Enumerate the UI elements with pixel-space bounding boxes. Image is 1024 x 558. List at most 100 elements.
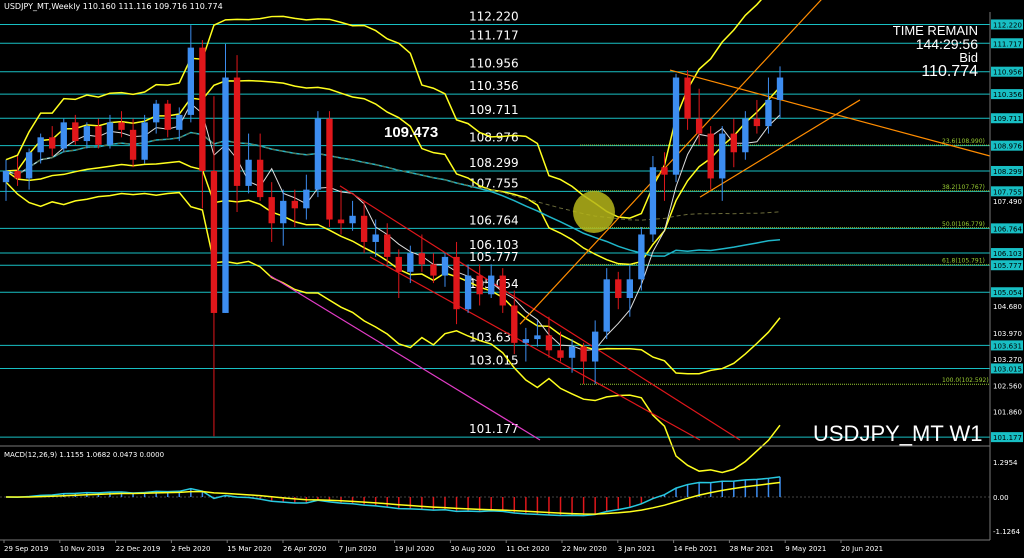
- level-label: 101.177: [469, 422, 519, 436]
- candle-body: [615, 279, 622, 298]
- candle-body: [719, 133, 726, 179]
- level-price-tag-text: 105.777: [993, 262, 1022, 270]
- candle-body: [187, 47, 195, 115]
- candle-body: [522, 339, 530, 343]
- date-label: 9 May 2021: [785, 545, 826, 553]
- level-price-tag-text: 110.356: [993, 91, 1022, 99]
- level-label: 103.015: [469, 353, 519, 367]
- candle-body: [776, 77, 784, 100]
- level-label: 105.777: [469, 250, 519, 264]
- level-price-tag-text: 106.764: [993, 225, 1022, 233]
- date-label: 29 Sep 2019: [4, 545, 48, 553]
- candle-body: [210, 170, 218, 313]
- level-price-tag-text: 103.631: [993, 342, 1022, 350]
- candle-body: [476, 275, 483, 295]
- bollinger-outer-lower: [5, 181, 781, 474]
- candle-body: [280, 200, 287, 224]
- macd-axis-zero: 0.00: [993, 494, 1009, 502]
- candle-body: [453, 256, 460, 310]
- date-label: 22 Nov 2020: [562, 545, 607, 553]
- candle-body: [488, 275, 495, 295]
- candle-body: [2, 170, 10, 183]
- candle-body: [464, 275, 472, 310]
- candle-body: [222, 77, 229, 313]
- candle-body: [661, 167, 668, 175]
- chart-window[interactable]: 112.220 112.220 111.717 111.717 110.956 110.9…: [0, 0, 1024, 554]
- macd-label: MACD(12,26,9) 1.1155 1.0682 0.0473 0.000…: [4, 451, 165, 459]
- candle-body: [314, 118, 322, 190]
- candle-body: [199, 47, 206, 171]
- level-price-tag-text: 103.015: [993, 365, 1022, 373]
- candle-body: [372, 234, 379, 242]
- date-label: 7 Jun 2020: [339, 545, 377, 553]
- bollinger-outer-upper: [5, 0, 762, 219]
- date-label: 2 Feb 2020: [171, 545, 210, 553]
- level-price-tag-text: 111.717: [993, 40, 1022, 48]
- symbol-label: USDJPY_MT W1: [813, 421, 983, 446]
- candle-body: [37, 137, 44, 153]
- axis-price-label: 103.270: [993, 356, 1022, 364]
- candle-body: [603, 279, 610, 332]
- candle-body: [245, 159, 252, 186]
- level-price-tag-text: 107.755: [993, 188, 1022, 196]
- candle-body: [568, 346, 576, 358]
- level-label: 106.764: [469, 213, 519, 227]
- level-label: 109.711: [469, 103, 519, 117]
- candle-body: [684, 77, 691, 119]
- candle-body: [545, 335, 553, 351]
- fibo-label: 100.0(102.592): [942, 377, 989, 384]
- timer-panel: TIME REMAIN 144:29:56 Bid 110.774: [893, 24, 978, 80]
- candle-body: [418, 253, 426, 265]
- channel-line-orange-3: [669, 69, 991, 157]
- macd-axis-bottom: -1.1264: [993, 528, 1021, 536]
- level-label: 112.220: [469, 9, 519, 23]
- date-label: 28 Mar 2021: [729, 545, 773, 553]
- candle-body: [95, 126, 102, 145]
- candle-body: [268, 197, 275, 224]
- date-label: 3 Jan 2021: [618, 545, 656, 553]
- candle-body: [72, 122, 79, 142]
- candle-body: [672, 77, 680, 175]
- date-label: 10 Nov 2019: [60, 545, 105, 553]
- channel-line-red-upper: [339, 185, 741, 441]
- candle-body: [765, 99, 772, 127]
- timer-value: 144:29:56: [915, 36, 978, 52]
- macd-signal-line: [5, 481, 781, 515]
- candle-body: [638, 234, 645, 280]
- candle-body: [164, 103, 171, 130]
- channel-line-red-lower: [369, 256, 701, 441]
- candle-body: [534, 335, 541, 340]
- candle-body: [83, 126, 91, 142]
- level-price-tag-text: 108.299: [993, 168, 1022, 176]
- candle-body: [384, 234, 391, 257]
- chart-canvas[interactable]: 112.220 112.220 111.717 111.717 110.956 110.9…: [0, 0, 1024, 554]
- candle-body: [695, 118, 703, 134]
- candle-body: [430, 264, 437, 276]
- level-price-tag-text: 110.956: [993, 69, 1022, 77]
- candle-body: [591, 331, 599, 362]
- date-label: 30 Aug 2020: [450, 545, 495, 553]
- date-label: 26 Apr 2020: [283, 545, 326, 553]
- candle-body: [14, 170, 21, 179]
- fibo-label: 50.0(106.779): [942, 221, 985, 228]
- candle-body: [360, 215, 368, 242]
- candle-body: [256, 159, 264, 198]
- candle-body: [326, 118, 333, 220]
- fibo-label: 61.8(105.791): [942, 258, 985, 265]
- date-label: 19 Jul 2020: [395, 545, 435, 553]
- candle-body: [233, 77, 241, 186]
- axis-price-label: 102.560: [993, 382, 1022, 390]
- date-label: 22 Dec 2019: [116, 545, 161, 553]
- candle-body: [153, 103, 160, 123]
- axis-price-label: 107.490: [993, 198, 1022, 206]
- candle-body: [349, 215, 356, 224]
- level-label: 108.299: [469, 156, 519, 170]
- highlight-price: 109.473: [384, 124, 439, 141]
- bid-value: 110.774: [921, 63, 978, 80]
- level-price-tag-text: 108.976: [993, 143, 1022, 151]
- level-price-tag-text: 101.177: [993, 434, 1022, 442]
- candle-body: [337, 219, 345, 224]
- date-label: 20 Jun 2021: [841, 545, 883, 553]
- candle-body: [25, 152, 33, 179]
- channel-line-orange-1: [519, 0, 822, 325]
